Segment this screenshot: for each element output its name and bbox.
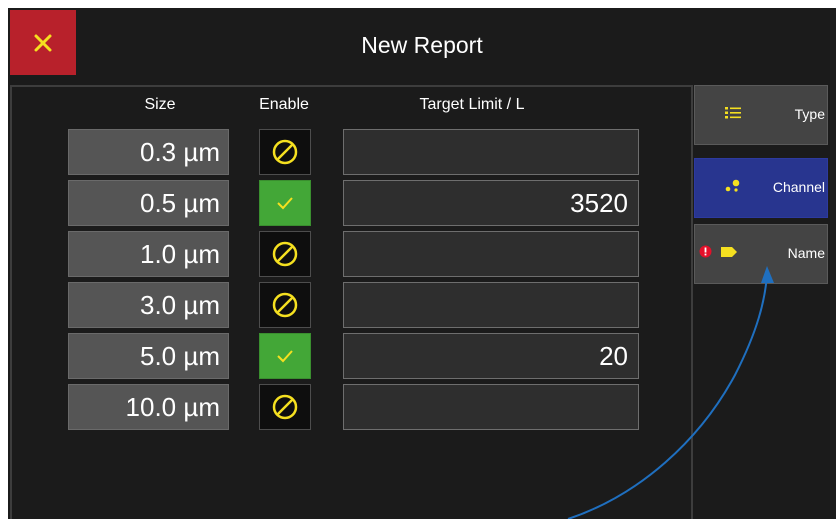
size-value: 1.0 µm (68, 231, 229, 277)
size-value: 10.0 µm (68, 384, 229, 430)
checkmark-icon (277, 197, 293, 210)
table-row: 0.5 µm 3520 (12, 180, 692, 226)
sidebar: Type Channel Name (694, 85, 836, 519)
size-value: 0.5 µm (68, 180, 229, 226)
list-icon (725, 106, 741, 123)
enable-toggle[interactable] (259, 129, 311, 175)
report-settings-panel: Size Enable Target Limit / L 0.3 µm 0.5 … (10, 85, 693, 519)
tab-label: Channel (772, 179, 825, 195)
target-limit-input[interactable] (343, 282, 639, 328)
disabled-icon (272, 139, 298, 165)
enable-toggle[interactable] (259, 282, 311, 328)
enable-column-header: Enable (259, 96, 309, 113)
target-limit-input[interactable] (343, 231, 639, 277)
tab-name[interactable]: Name (694, 224, 828, 284)
header-bar: New Report (8, 8, 836, 84)
target-limit-input[interactable] (343, 129, 639, 175)
table-row: 3.0 µm (12, 282, 692, 328)
disabled-icon (272, 394, 298, 420)
target-limit-input[interactable]: 20 (343, 333, 639, 379)
table-row: 5.0 µm 20 (12, 333, 692, 379)
enable-toggle[interactable] (259, 180, 311, 226)
tab-label: Name (787, 245, 825, 261)
dots-icon (725, 179, 741, 196)
target-limit-column-header: Target Limit / L (419, 96, 525, 113)
size-column-header: Size (144, 96, 176, 113)
tab-label: Type (794, 106, 825, 122)
target-limit-input[interactable] (343, 384, 639, 430)
disabled-icon (272, 292, 298, 318)
checkmark-icon (277, 350, 293, 363)
tag-icon (720, 245, 738, 261)
page-title: New Report (361, 32, 483, 58)
tab-channel[interactable]: Channel (694, 158, 828, 218)
tab-type[interactable]: Type (694, 85, 828, 145)
table-row: 1.0 µm (12, 231, 692, 277)
enable-toggle[interactable] (259, 384, 311, 430)
table-row: 0.3 µm (12, 129, 692, 175)
size-value: 3.0 µm (68, 282, 229, 328)
size-value: 0.3 µm (68, 129, 229, 175)
disabled-icon (272, 241, 298, 267)
new-report-window: New Report Size Enable Target Limit / L … (8, 8, 836, 519)
enable-toggle[interactable] (259, 333, 311, 379)
table-row: 10.0 µm (12, 384, 692, 430)
alert-dot-icon (699, 245, 712, 261)
enable-toggle[interactable] (259, 231, 311, 277)
target-limit-input[interactable]: 3520 (343, 180, 639, 226)
size-value: 5.0 µm (68, 333, 229, 379)
